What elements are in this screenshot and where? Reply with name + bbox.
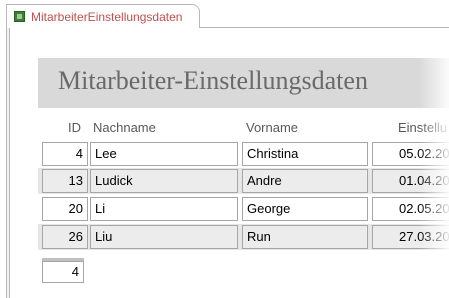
- form-title: Mitarbeiter-Einstellungsdaten: [58, 66, 368, 95]
- column-header-id: ID: [68, 120, 81, 135]
- nachname-field[interactable]: Li: [90, 197, 238, 221]
- record-count-field[interactable]: 4: [42, 261, 84, 283]
- form-header: Mitarbeiter-Einstellungsdaten: [38, 58, 449, 108]
- document-tab[interactable]: MitarbeiterEinstellungsdaten: [6, 4, 200, 28]
- nachname-field[interactable]: Liu: [90, 225, 238, 249]
- form-icon: [14, 11, 25, 22]
- column-header-nachname: Nachname: [93, 120, 156, 135]
- einstellungsdatum-field[interactable]: 01.04.20: [372, 169, 449, 193]
- id-field[interactable]: 4: [42, 142, 88, 166]
- document-tab-strip: MitarbeiterEinstellungsdaten: [0, 0, 449, 30]
- vorname-field[interactable]: Run: [242, 225, 368, 249]
- document-tab-label: MitarbeiterEinstellungsdaten: [31, 10, 183, 24]
- id-field[interactable]: 26: [42, 225, 88, 249]
- id-field[interactable]: 13: [42, 169, 88, 193]
- nachname-field[interactable]: Ludick: [90, 169, 238, 193]
- nachname-field[interactable]: Lee: [90, 142, 238, 166]
- einstellungsdatum-field[interactable]: 27.03.20: [372, 225, 449, 249]
- einstellungsdatum-field[interactable]: 05.02.20: [372, 142, 449, 166]
- column-header-vorname: Vorname: [246, 120, 299, 135]
- vorname-field[interactable]: George: [242, 197, 368, 221]
- id-field[interactable]: 20: [42, 197, 88, 221]
- einstellungsdatum-field[interactable]: 02.05.20: [372, 197, 449, 221]
- vorname-field[interactable]: Andre: [242, 169, 368, 193]
- column-header-einstellungsdatum: Einstellu: [398, 120, 448, 135]
- form-body: Mitarbeiter-Einstellungsdaten ID Nachnam…: [10, 28, 449, 298]
- vorname-field[interactable]: Christina: [242, 142, 368, 166]
